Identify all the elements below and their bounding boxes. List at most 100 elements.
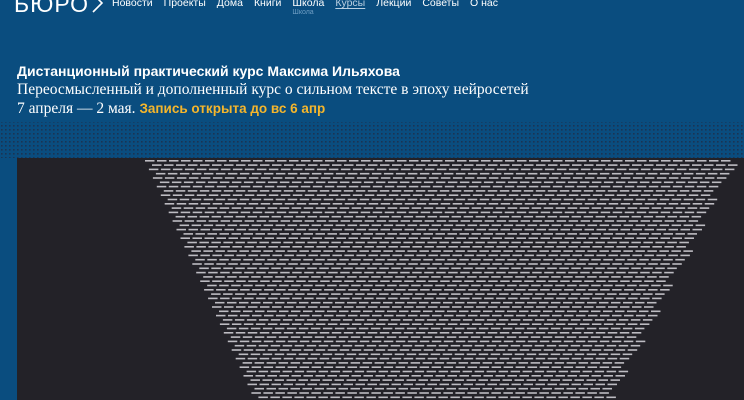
funnel-stripe [498,396,508,399]
funnel-stripe [223,190,234,192]
funnel-stripe [327,375,337,377]
funnel-stripe [303,323,314,325]
nav-item-lectures[interactable]: Лекции [376,0,411,10]
nav-item-houses[interactable]: Дома [217,0,243,10]
funnel-stripe [276,185,287,188]
nav-item-news[interactable]: Новости [112,0,153,10]
nav-item-projects[interactable]: Проекты [164,0,206,10]
nav-item-school[interactable]: Школа Школа [292,0,324,16]
enrollment-link[interactable]: Запись открыта до вс 6 апр [139,101,325,116]
funnel-stripe [524,177,535,179]
funnel-stripe [316,168,327,171]
funnel-stripe [203,172,214,175]
funnel-stripe [275,198,286,201]
nav-item-about[interactable]: О нас [470,0,498,10]
nav-item-advice[interactable]: Советы [422,0,459,10]
funnel-stripe [559,357,570,360]
funnel-stripe [486,370,497,373]
funnel-stripe [543,233,553,235]
funnel-stripe [374,387,384,390]
funnel-stripe [283,293,293,295]
funnel-stripe [637,160,647,162]
funnel-stripe [600,314,610,317]
funnel-stripe [599,198,610,201]
funnel-stripe [683,224,694,227]
funnel-stripe [352,168,363,171]
funnel-stripe [224,203,235,205]
funnel-stripe [367,332,378,334]
funnel-stripe [280,297,290,300]
funnel-stripe [519,310,529,313]
funnel-stripe [587,340,598,343]
funnel-stripe [291,258,301,261]
funnel-stripe [451,190,462,192]
funnel-stripe [603,349,614,351]
funnel-stripe [325,160,335,162]
funnel-stripe [199,190,210,192]
funnel-stripe [451,293,461,295]
funnel-stripe [326,362,337,364]
logo[interactable]: БЮРО [14,0,104,18]
funnel-stripe [631,241,641,244]
funnel-stripe [415,215,426,218]
funnel-stripe [270,319,281,321]
funnel-stripe [583,293,593,295]
funnel-stripe [604,297,614,300]
nav-item-books[interactable]: Книги [254,0,281,10]
funnel-stripe [364,246,374,248]
funnel-stripe [287,276,297,278]
funnel-stripe [651,207,662,209]
funnel-stripe [672,263,682,265]
funnel-stripe [254,336,265,338]
funnel-stripe [262,327,273,330]
funnel-stripe [431,301,441,304]
funnel-stripe [319,241,329,244]
funnel-stripe [402,319,413,321]
funnel-stripe [432,314,442,317]
funnel-stripe [507,284,517,287]
funnel-stripe [423,233,433,235]
funnel-stripe [499,241,509,244]
funnel-stripe [288,211,299,214]
funnel-stripe [432,211,443,214]
funnel-stripe [404,164,414,166]
funnel-stripe [450,344,461,347]
funnel-stripe [512,280,522,282]
funnel-stripe [180,237,190,239]
funnel-stripe [282,396,292,399]
funnel-stripe [354,396,364,399]
funnel-stripe [596,203,607,205]
funnel-stripe [479,276,489,278]
funnel-stripe [347,366,358,368]
funnel-stripe [395,340,406,343]
funnel-stripe [575,301,585,304]
funnel-stripe [207,233,217,235]
funnel-stripe [577,160,587,162]
funnel-stripe [548,228,558,231]
funnel-stripe [518,336,529,338]
funnel-stripe [555,207,566,209]
funnel-stripe [539,198,550,201]
funnel-stripe [212,164,222,166]
funnel-stripe [388,271,398,274]
funnel-stripe [483,323,494,325]
funnel-stripe [271,293,281,295]
funnel-stripe [500,177,511,179]
funnel-stripe [559,332,570,334]
funnel-stripe [639,310,649,313]
hero-title: Дистанционный практический курс Максима … [17,63,400,79]
funnel-stripe [596,254,606,257]
funnel-stripe [292,246,302,248]
funnel-stripe [527,276,537,278]
funnel-stripe [431,250,441,252]
funnel-stripe [462,396,472,399]
nav-item-courses[interactable]: Курсы [335,0,365,10]
funnel-stripe [195,233,205,235]
funnel-stripe [656,177,667,179]
funnel-stripe [383,250,393,252]
funnel-stripe [544,271,554,274]
funnel-stripe [334,379,344,381]
funnel-stripe [507,207,518,209]
funnel-stripe [480,237,490,239]
funnel-stripe [335,198,346,201]
